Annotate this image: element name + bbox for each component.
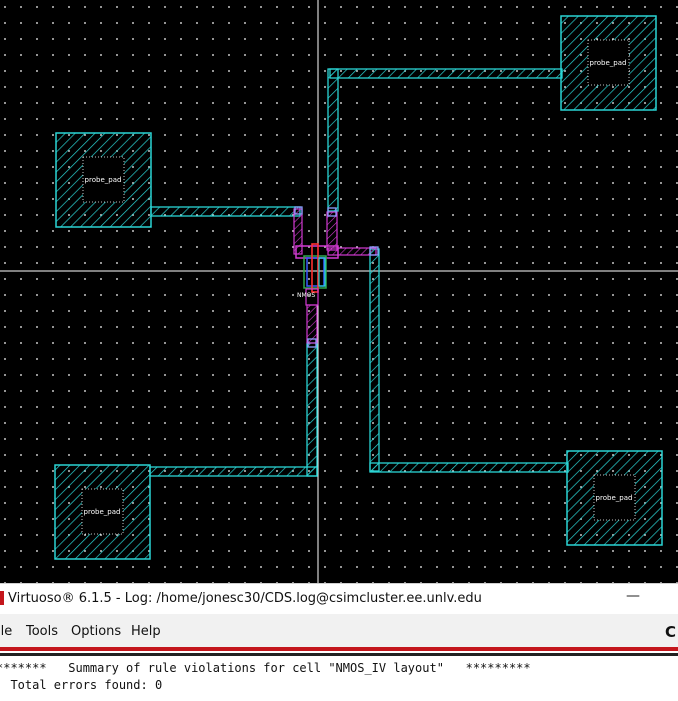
- trace-bottom-h: [149, 466, 318, 477]
- trace-top-right-h: [329, 68, 563, 79]
- menu-tools[interactable]: Tools: [26, 624, 58, 639]
- pad-label: probe_pad: [85, 176, 122, 184]
- log-line: Total errors found: 0: [0, 678, 163, 692]
- cadence-brand: C: [664, 623, 676, 641]
- poly-bottom: [306, 304, 318, 344]
- poly-top: [326, 211, 338, 251]
- virtuoso-logo-icon: [0, 591, 4, 605]
- probe-pad-top-left[interactable]: probe_pad: [55, 132, 152, 228]
- trace-left-h: [150, 206, 301, 217]
- poly-left: [293, 208, 303, 255]
- trace-bottom-v: [306, 342, 318, 477]
- device-label: NMOS: [297, 292, 315, 299]
- pad-label: probe_pad: [84, 508, 121, 516]
- menu-options[interactable]: Options: [71, 624, 121, 639]
- minimize-button[interactable]: —: [626, 588, 640, 604]
- pad-label: probe_pad: [596, 494, 633, 502]
- menu-file[interactable]: ile: [0, 624, 12, 639]
- dark-divider: [0, 653, 678, 656]
- menu-help[interactable]: Help: [131, 624, 161, 639]
- accent-divider: [0, 647, 678, 651]
- poly-right: [327, 247, 377, 256]
- trace-top-right-v: [327, 68, 339, 212]
- log-window-titlebar[interactable]: Virtuoso® 6.1.5 - Log: /home/jonesc30/CD…: [0, 583, 678, 614]
- log-line: ******* Summary of rule violations for c…: [0, 661, 531, 675]
- window-title: Virtuoso® 6.1.5 - Log: /home/jonesc30/CD…: [8, 591, 482, 606]
- pad-label: probe_pad: [590, 59, 627, 67]
- log-output[interactable]: ******* Summary of rule violations for c…: [0, 658, 678, 701]
- trace-right-h: [369, 462, 569, 473]
- trace-right-v: [369, 248, 380, 472]
- probe-pad-top-right[interactable]: probe_pad: [560, 15, 657, 111]
- probe-pad-bottom-right[interactable]: probe_pad: [566, 450, 663, 546]
- menu-bar: ile Tools Options Help C: [0, 614, 678, 650]
- probe-pad-bottom-left[interactable]: probe_pad: [54, 464, 151, 560]
- layout-canvas[interactable]: NMOS probe_pad probe_pad probe_pad probe…: [0, 0, 678, 583]
